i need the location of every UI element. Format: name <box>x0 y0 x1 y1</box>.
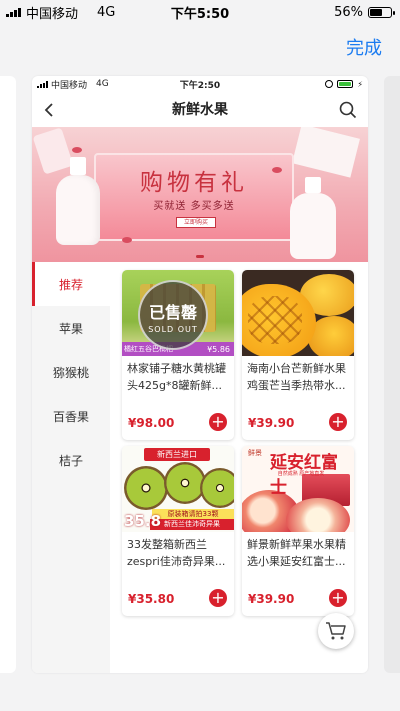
alarm-icon <box>325 80 334 88</box>
battery-icon <box>368 6 395 18</box>
done-button[interactable]: 完成 <box>346 34 382 60</box>
product-name: 林家铺子糖水黄桃罐头425g*8罐新鲜... <box>127 362 226 392</box>
promo-banner[interactable]: 购物有礼 买就送 多买多送 立即购买 <box>32 127 368 262</box>
banner-panel: 购物有礼 买就送 多买多送 立即购买 <box>94 153 294 241</box>
bottle-decoration <box>56 157 100 245</box>
nav-bar: 新鲜水果 <box>32 92 368 126</box>
banner-subtitle: 买就送 多买多送 <box>153 201 235 212</box>
product-price: ¥39.90 <box>248 416 295 430</box>
sold-out-badge: 已售罄 SOLD OUT <box>138 280 208 350</box>
category-sidebar: 推荐 苹果 猕猴桃 百香果 桔子 <box>32 262 110 673</box>
banner-cta[interactable]: 立即购买 <box>176 217 216 228</box>
inner-status-bar: 中国移动 4G 下午2:50 ⚡ <box>32 76 368 92</box>
status-bar: 中国移动 4G 下午5:50 56% <box>0 0 400 24</box>
sidebar-item-kiwi[interactable]: 猕猴桃 <box>32 350 110 394</box>
cart-icon <box>326 622 346 640</box>
product-price: ¥98.00 <box>128 416 175 430</box>
sidebar-item-passionfruit[interactable]: 百香果 <box>32 394 110 438</box>
bottle-decoration <box>290 177 336 259</box>
inner-status-time: 下午2:50 <box>179 80 221 91</box>
promo-ribbon: 新西兰佳沛奇异果 <box>150 519 234 530</box>
plus-icon[interactable]: + <box>209 589 227 607</box>
product-price: ¥35.80 <box>128 592 175 606</box>
sidebar-item-recommended[interactable]: 推荐 <box>32 262 110 306</box>
product-card[interactable]: 橘红五谷巴枇杷 ¥5.86 已售罄 SOLD OUT 林家铺子糖水黄桃罐头425… <box>122 270 234 440</box>
promo-price: 35.8 <box>124 512 162 530</box>
box-decoration <box>292 127 360 178</box>
petal-decoration <box>122 237 132 243</box>
origin-badge: 新西兰进口 <box>144 448 210 461</box>
kiwi-photo <box>200 468 234 508</box>
page-title: 新鲜水果 <box>172 102 228 118</box>
brand-tag: 鲜景 <box>248 449 262 457</box>
product-name: 鲜景新鲜苹果水果精选小果延安红富士... <box>247 538 346 568</box>
product-image: 橘红五谷巴枇杷 ¥5.86 已售罄 SOLD OUT <box>122 270 234 356</box>
previous-page-peek[interactable] <box>0 76 16 673</box>
product-name: 海南小台芒新鲜水果鸡蛋芒当季热带水... <box>247 362 346 392</box>
product-price: ¥39.90 <box>248 592 295 606</box>
brand-subtitle: 自然成熟 原产地直发 <box>277 471 325 477</box>
petal-decoration <box>72 147 82 153</box>
next-page-peek[interactable] <box>384 76 400 673</box>
sold-out-label: 已售罄 <box>148 303 197 322</box>
app-preview-card[interactable]: 中国移动 4G 下午2:50 ⚡ 新鲜水果 购物有礼 买就送 多买多送 立即购买 <box>32 76 368 673</box>
battery-icon <box>337 80 354 88</box>
product-image: 新西兰进口 原装箱请拍33颗 新西兰佳沛奇异果 35.8 <box>122 446 234 532</box>
product-image: 鲜景 延安红富士 自然成熟 原产地直发 <box>242 446 354 532</box>
product-card[interactable]: 鲜景 延安红富士 自然成熟 原产地直发 鲜景新鲜苹果水果精选小果延安红富士...… <box>242 446 354 616</box>
sidebar-item-apple[interactable]: 苹果 <box>32 306 110 350</box>
charging-icon: ⚡ <box>357 79 363 89</box>
product-card[interactable]: 海南小台芒新鲜水果鸡蛋芒当季热带水... ¥39.90 + <box>242 270 354 440</box>
mango-cut-pattern <box>248 296 302 344</box>
petal-decoration <box>272 167 282 173</box>
product-card[interactable]: 新西兰进口 原装箱请拍33颗 新西兰佳沛奇异果 35.8 33发整箱新西兰zes… <box>122 446 234 616</box>
battery-percent: 56% <box>334 4 363 20</box>
plus-icon[interactable]: + <box>329 589 347 607</box>
sidebar-item-orange[interactable]: 桔子 <box>32 438 110 482</box>
plus-icon[interactable]: + <box>329 413 347 431</box>
plus-icon[interactable]: + <box>209 413 227 431</box>
chevron-left-icon[interactable] <box>40 100 60 120</box>
product-image <box>242 270 354 356</box>
kiwi-photo <box>124 466 168 510</box>
product-name: 33发整箱新西兰zespri佳沛奇异果... <box>127 538 226 568</box>
banner-headline: 购物有礼 <box>140 170 248 196</box>
promo-ribbon: 原装箱请拍33颗 <box>152 509 234 519</box>
cart-button[interactable] <box>318 613 354 649</box>
strip-price: ¥5.86 <box>207 345 230 354</box>
search-icon[interactable] <box>338 100 358 120</box>
jar-decoration <box>32 127 74 175</box>
sold-out-label-en: SOLD OUT <box>148 325 198 334</box>
carousel-indicator <box>196 255 204 258</box>
